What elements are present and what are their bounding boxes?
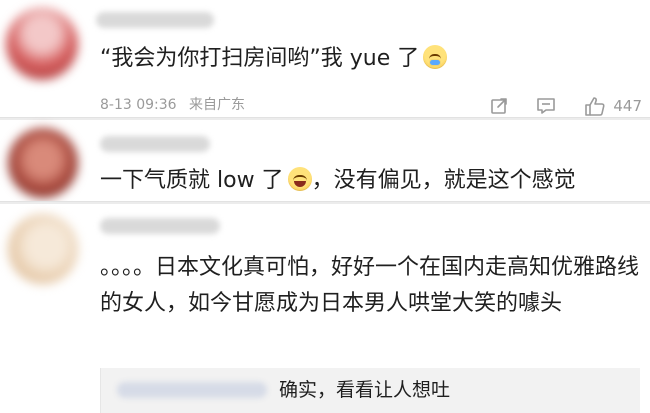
reply-username-blurred[interactable]	[117, 382, 267, 398]
crying-sweat-emoji-icon	[423, 45, 448, 69]
username-blurred[interactable]	[100, 136, 210, 152]
comment-actions: 447	[489, 93, 642, 119]
reply-preview[interactable]: 确实，看看让人想吐	[100, 368, 640, 413]
laughing-tears-emoji-icon	[287, 167, 312, 191]
share-button[interactable]	[489, 96, 509, 116]
like-count: 447	[613, 97, 642, 115]
comment-bubble-icon	[535, 96, 557, 116]
comment-thread: “我会为你打扫房间哟”我 yue 了 8-13 09:36 来自广东 447 一…	[0, 0, 650, 413]
comment-text: 。。。。日本文化真可怕，好好一个在国内走高知优雅路线的女人，如今甘愿成为日本男人…	[100, 255, 640, 316]
avatar[interactable]	[8, 128, 78, 198]
comment-meta: 8-13 09:36 来自广东	[100, 96, 245, 114]
reply-text: 确实，看看让人想吐	[279, 379, 451, 401]
comment-date: 8-13 09:36	[100, 97, 177, 113]
like-button[interactable]: 447	[583, 95, 642, 117]
comment-text: 一下气质就 low 了，没有偏见，就是这个感觉	[100, 167, 576, 193]
thumbs-up-icon	[583, 95, 607, 117]
username-blurred[interactable]	[96, 12, 214, 28]
avatar[interactable]	[6, 8, 78, 80]
avatar[interactable]	[8, 214, 78, 284]
comment-text: “我会为你打扫房间哟”我 yue 了	[100, 44, 448, 74]
share-icon	[489, 96, 509, 116]
username-blurred[interactable]	[100, 218, 220, 234]
comment-location: 来自广东	[189, 97, 246, 113]
comment-reply-button[interactable]	[535, 96, 557, 116]
